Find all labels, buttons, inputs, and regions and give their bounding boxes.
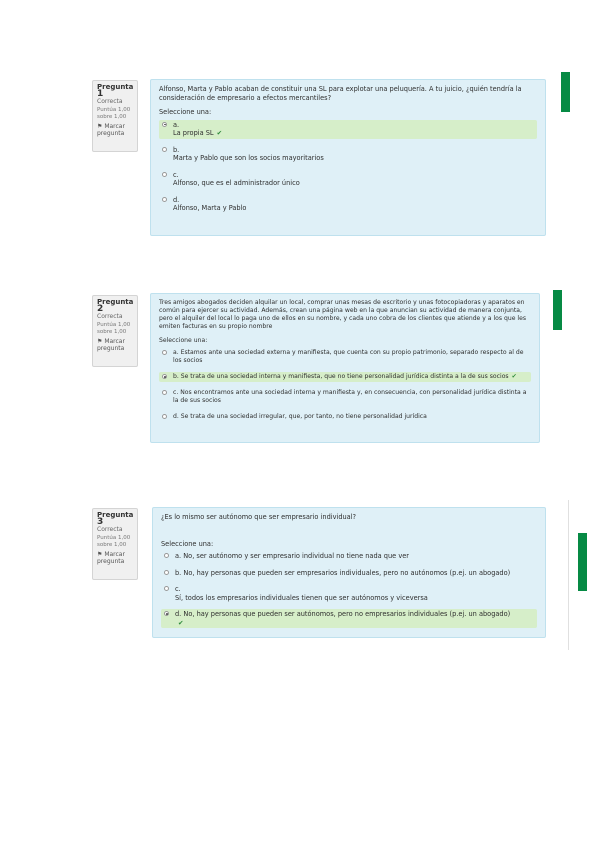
check-icon: ✔ <box>216 129 223 137</box>
flag-icon: ⚑ <box>97 551 103 558</box>
question-grade: Puntúa 1,00 sobre 1,00 <box>97 107 131 120</box>
flag-icon: ⚑ <box>97 123 103 130</box>
answer-option-a[interactable]: a. No, ser autónomo y ser empresario ind… <box>161 551 537 562</box>
question-grade: Puntúa 1,00 sobre 1,00 <box>97 535 131 548</box>
answer-prompt: Seleccione una: <box>161 539 214 548</box>
question-content-1: Alfonso, Marta y Pablo acaban de constit… <box>150 79 546 236</box>
flag-question-link[interactable]: ⚑ Marcar pregunta <box>97 123 133 137</box>
question-number: Pregunta 3 <box>97 511 134 527</box>
answer-option-b[interactable]: b. Se trata de una sociedad interna y ma… <box>159 372 531 382</box>
answer-option-a[interactable]: a. La propia SL ✔ <box>159 119 537 139</box>
radio-button[interactable] <box>162 121 167 127</box>
status-bar <box>578 533 587 591</box>
flag-question-link[interactable]: ⚑ Marcar pregunta <box>97 338 133 352</box>
question-number: Pregunta 2 <box>97 298 134 314</box>
radio-button[interactable] <box>162 146 167 152</box>
answer-option-b[interactable]: b. Marta y Pablo que son los socios mayor… <box>159 145 537 164</box>
status-bar <box>553 290 562 330</box>
answer-option-b[interactable]: b. No, hay personas que pueden ser empre… <box>161 568 537 579</box>
divider <box>568 500 569 650</box>
question-state: Correcta <box>97 526 123 533</box>
radio-button[interactable] <box>162 390 167 395</box>
question-info-2: Pregunta 2 Correcta Puntúa 1,00 sobre 1,… <box>92 295 138 367</box>
radio-button[interactable] <box>162 171 167 177</box>
answer-option-d[interactable]: d. Alfonso, Marta y Pablo <box>159 195 537 214</box>
question-grade: Puntúa 1,00 sobre 1,00 <box>97 322 131 335</box>
answer-prompt: Seleccione una: <box>159 337 208 344</box>
radio-button[interactable] <box>164 586 169 591</box>
question-content-3: ¿Es lo mismo ser autónomo que ser empres… <box>152 507 546 638</box>
question-text: Tres amigos abogados deciden alquilar un… <box>159 299 527 330</box>
question-text: ¿Es lo mismo ser autónomo que ser empres… <box>161 513 357 521</box>
answer-option-c[interactable]: c. Nos encontramos ante una sociedad int… <box>159 388 531 406</box>
question-state: Correcta <box>97 313 123 320</box>
question-text: Alfonso, Marta y Pablo acaban de constit… <box>159 85 522 102</box>
question-content-2: Tres amigos abogados deciden alquilar un… <box>150 293 540 443</box>
radio-button[interactable] <box>164 569 169 575</box>
radio-button[interactable] <box>162 374 167 379</box>
question-number: Pregunta 1 <box>97 83 134 99</box>
answer-option-d[interactable]: d. No, hay personas que pueden ser autón… <box>161 609 537 628</box>
answer-prompt: Seleccione una: <box>159 108 212 116</box>
question-info-3: Pregunta 3 Correcta Puntúa 1,00 sobre 1,… <box>92 508 138 580</box>
radio-button[interactable] <box>162 196 167 202</box>
check-icon: ✔ <box>178 618 184 627</box>
radio-button[interactable] <box>164 611 169 616</box>
answer-option-d[interactable]: d. Se trata de una sociedad irregular, q… <box>159 412 531 422</box>
question-state: Correcta <box>97 98 123 105</box>
radio-button[interactable] <box>162 350 167 355</box>
question-info-1: Pregunta 1 Correcta Puntúa 1,00 sobre 1,… <box>92 80 138 152</box>
radio-button[interactable] <box>162 414 167 419</box>
radio-button[interactable] <box>164 553 169 558</box>
answer-option-a[interactable]: a. Estamos ante una sociedad externa y m… <box>159 348 531 366</box>
answer-option-c[interactable]: c. Alfonso, que es el administrador único <box>159 170 537 189</box>
check-icon: ✔ <box>511 373 517 380</box>
flag-question-link[interactable]: ⚑ Marcar pregunta <box>97 551 133 565</box>
answer-option-c[interactable]: c. Sí, todos los empresarios individuales… <box>161 584 537 603</box>
flag-icon: ⚑ <box>97 338 103 345</box>
status-bar <box>561 72 570 112</box>
